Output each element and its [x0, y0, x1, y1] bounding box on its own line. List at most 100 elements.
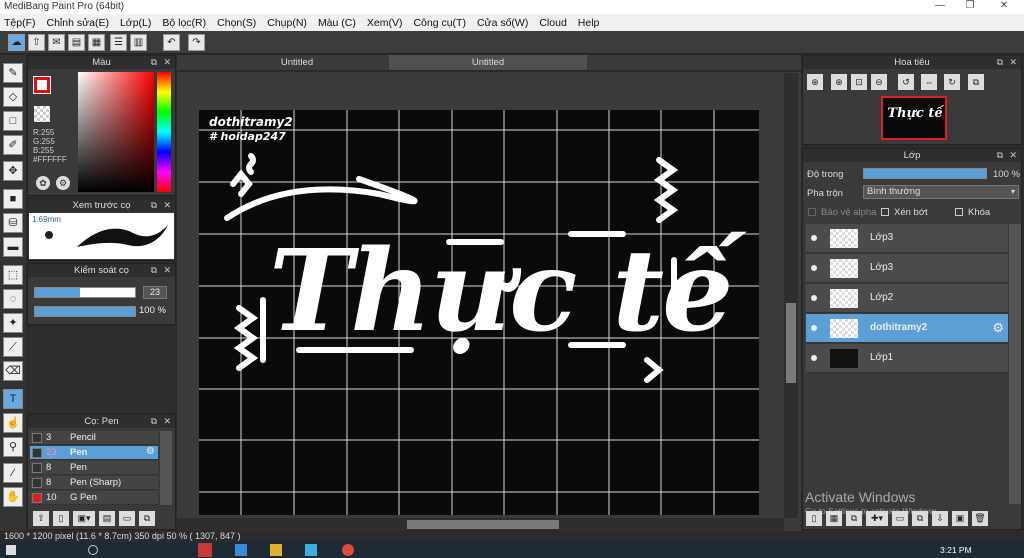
close-icon[interactable]: ✕	[1009, 56, 1017, 69]
copy-brush-icon[interactable]: ⧉	[139, 511, 155, 526]
undo-icon[interactable]: ↶	[163, 34, 180, 51]
eye-icon[interactable]	[811, 295, 817, 301]
flip-icon[interactable]: ⇔	[921, 74, 937, 90]
gradient-tool-icon[interactable]: ▬	[3, 237, 23, 257]
list-icon[interactable]: ☰	[110, 34, 127, 51]
brush-item[interactable]: 10 G Pen	[30, 491, 158, 505]
restore-button[interactable]: ❐	[958, 0, 982, 11]
eye-icon[interactable]	[811, 265, 817, 271]
fill-rect-icon[interactable]: ■	[3, 189, 23, 209]
operation-tool-icon[interactable]: ☝	[3, 413, 23, 433]
select-pen-icon[interactable]: ⟋	[3, 337, 23, 357]
chat-icon[interactable]: ▤	[68, 34, 85, 51]
magic-wand-icon[interactable]: ✦	[3, 313, 23, 333]
saturation-picker[interactable]	[78, 72, 154, 192]
brush-settings-icon[interactable]: ⚙	[146, 446, 155, 457]
brush-opacity-slider[interactable]	[34, 306, 136, 317]
brush-item[interactable]: 8 Pen	[30, 461, 158, 475]
select-tool-icon[interactable]: ⬚	[3, 265, 23, 285]
minimize-button[interactable]: —	[928, 0, 952, 11]
menu-edit[interactable]: Chỉnh sửa(E)	[47, 17, 109, 29]
menu-filter[interactable]: Bộ lọc(R)	[162, 17, 206, 29]
layer-row-selected[interactable]: dothitramy2 ⚙	[806, 314, 1008, 343]
brush-list-scrollbar[interactable]	[160, 431, 172, 505]
vertical-scrollbar[interactable]	[784, 73, 798, 518]
grid-icon[interactable]: ▥	[130, 34, 147, 51]
menu-view[interactable]: Xem(V)	[367, 17, 403, 29]
taskbar-chrome-icon[interactable]	[342, 544, 354, 556]
close-icon[interactable]: ✕	[1009, 149, 1017, 162]
page-icon[interactable]: ▦	[88, 34, 105, 51]
rotate-right-icon[interactable]: ↻	[944, 74, 960, 90]
zoom-in-icon[interactable]: ⊕	[807, 74, 823, 90]
taskbar-folder-icon[interactable]	[270, 544, 282, 556]
select-eraser-icon[interactable]: ⌫	[3, 361, 23, 381]
undock-icon[interactable]: ⧉	[151, 199, 157, 212]
move-tool-icon[interactable]: ✥	[3, 161, 23, 181]
tab-untitled-2[interactable]: Untitled	[389, 55, 587, 70]
brush-item[interactable]: 8 Pen (Sharp)	[30, 476, 158, 490]
brush-item-selected[interactable]: 23 Pen ⚙	[30, 446, 158, 460]
menu-select[interactable]: Chọn(S)	[217, 17, 256, 29]
taskbar-app-icon[interactable]	[198, 543, 212, 557]
menu-tools[interactable]: Công cụ(T)	[413, 17, 466, 29]
close-icon[interactable]: ✕	[163, 56, 171, 69]
menu-color[interactable]: Màu (C)	[318, 17, 356, 29]
search-icon[interactable]	[88, 545, 98, 555]
copy-layer-icon[interactable]: ⧉	[912, 511, 928, 526]
bucket-tool-icon[interactable]: ⛁	[3, 213, 23, 233]
eye-icon[interactable]	[811, 235, 817, 241]
add-brush-icon[interactable]: ⇧	[33, 511, 49, 526]
comment-icon[interactable]: ✉	[48, 34, 65, 51]
horizontal-scrollbar[interactable]	[177, 518, 784, 531]
hand-tool-icon[interactable]: ✋	[3, 487, 23, 507]
menu-file[interactable]: Tệp(F)	[4, 17, 36, 29]
close-icon[interactable]: ✕	[163, 415, 171, 428]
fit-icon[interactable]: ⊡	[851, 74, 867, 90]
upload-icon[interactable]: ⇧	[28, 34, 45, 51]
merge-layer-icon[interactable]: ⇩	[932, 511, 948, 526]
redo-icon[interactable]: ↷	[188, 34, 205, 51]
tab-untitled-1[interactable]: Untitled	[207, 55, 387, 70]
zoom-plus-icon[interactable]: ⊕	[831, 74, 847, 90]
pen-tool-icon[interactable]: ✐	[3, 135, 23, 155]
menu-snap[interactable]: Chụp(N)	[267, 17, 307, 29]
rect-tool-icon[interactable]: □	[3, 111, 23, 131]
cloud-icon[interactable]: ☁	[8, 34, 25, 51]
brush-size-value[interactable]: 23	[143, 286, 167, 299]
layer-properties-icon[interactable]: ▣	[952, 511, 968, 526]
layer-opacity-slider[interactable]	[863, 168, 987, 179]
close-icon[interactable]: ✕	[163, 264, 171, 277]
undock-icon[interactable]: ⧉	[151, 264, 157, 277]
color-picker-icon[interactable]: ⚙	[56, 176, 70, 190]
start-icon[interactable]	[6, 545, 16, 555]
horizontal-scroll-thumb[interactable]	[407, 520, 559, 529]
trash-icon[interactable]: 🗑	[972, 511, 988, 526]
layer-row[interactable]: Lớp2	[806, 284, 1008, 313]
eye-icon[interactable]	[811, 355, 817, 361]
ink-tool-icon[interactable]: ⁄	[3, 463, 23, 483]
rotate-left-icon[interactable]: ↺	[898, 74, 914, 90]
close-button[interactable]: ✕	[992, 0, 1016, 11]
undock-icon[interactable]: ⧉	[151, 415, 157, 428]
blend-mode-select[interactable]: Bình thường ▾	[863, 185, 1019, 199]
brush-tool-icon[interactable]: ✎	[3, 63, 23, 83]
duplicate-layer-icon[interactable]: ⧉	[846, 511, 862, 526]
new-layer-icon[interactable]: ▯	[806, 511, 822, 526]
layer-row[interactable]: Lớp3	[806, 224, 1008, 253]
lasso-tool-icon[interactable]: ◌	[3, 289, 23, 309]
close-icon[interactable]: ✕	[163, 199, 171, 212]
eye-icon[interactable]	[811, 325, 817, 331]
taskbar-app-icon[interactable]	[235, 544, 247, 556]
new-halftone-layer-icon[interactable]: ▦	[826, 511, 842, 526]
zoom-out-icon[interactable]: ⊖	[871, 74, 887, 90]
layer-folder-icon[interactable]: ▭	[892, 511, 908, 526]
copy-view-icon[interactable]: ⧉	[968, 74, 984, 90]
folder-icon[interactable]: ▭	[119, 511, 135, 526]
vertical-scroll-thumb[interactable]	[786, 303, 796, 383]
menu-window[interactable]: Cửa số(W)	[477, 17, 528, 29]
text-tool-icon[interactable]: T	[3, 389, 23, 409]
brush-settings-button-icon[interactable]: ▤	[99, 511, 115, 526]
layer-row[interactable]: Lớp3	[806, 254, 1008, 283]
undock-icon[interactable]: ⧉	[997, 149, 1003, 162]
